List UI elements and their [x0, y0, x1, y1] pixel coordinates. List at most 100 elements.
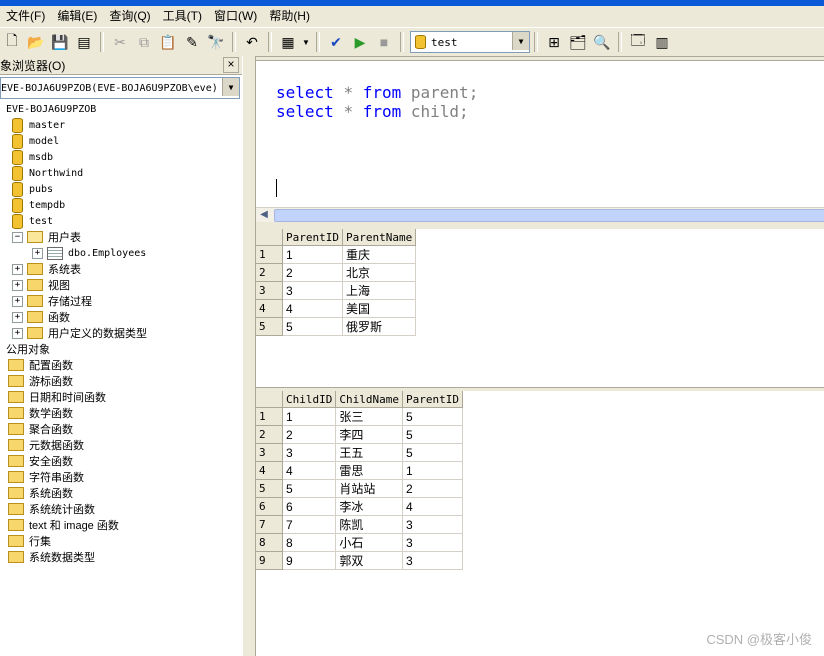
clear-window-icon[interactable]: ✎	[181, 31, 203, 53]
grid-cell[interactable]: 2	[282, 425, 337, 444]
tree-public-item[interactable]: 日期和时间函数	[8, 389, 106, 405]
tree-stored-procedures[interactable]: + 存储过程	[12, 293, 92, 309]
tree-public-item[interactable]: 系统统计函数	[8, 501, 95, 517]
grid-cell[interactable]: 4	[402, 497, 463, 516]
paste-icon[interactable]: 📋	[157, 31, 179, 53]
grid-cell[interactable]: 俄罗斯	[342, 317, 417, 336]
tree-server-root[interactable]: EVE-BOJA6U9PZOB	[6, 101, 96, 117]
grid-cell[interactable]: 重庆	[342, 245, 417, 264]
tree-views[interactable]: + 视图	[12, 277, 70, 293]
grid-cell[interactable]: 4	[282, 299, 343, 318]
tree-public-item[interactable]: 元数据函数	[8, 437, 84, 453]
menu-file[interactable]: 文件(F)	[0, 6, 51, 26]
grid-cell[interactable]: 1	[402, 461, 463, 480]
tree-public-item[interactable]: 数学函数	[8, 405, 73, 421]
grid-cell[interactable]: 张三	[335, 407, 403, 426]
column-header[interactable]: ParentID	[282, 229, 343, 246]
grid-cell[interactable]: 6	[282, 497, 337, 516]
execute-query-icon[interactable]: ▶	[349, 31, 371, 53]
object-browser-icon[interactable]: 🗂	[567, 31, 589, 53]
object-search-icon[interactable]: 🔍	[591, 31, 613, 53]
menu-tools[interactable]: 工具(T)	[157, 6, 208, 26]
grid-cell[interactable]: 北京	[342, 263, 417, 282]
tree-db-master[interactable]: master	[12, 117, 65, 133]
grid-cell[interactable]: 3	[402, 515, 463, 534]
scroll-left-icon[interactable]: ◀	[258, 209, 270, 221]
parse-query-icon[interactable]: ✔	[325, 31, 347, 53]
grid-cell[interactable]: 1	[282, 407, 337, 426]
menu-window[interactable]: 窗口(W)	[208, 6, 263, 26]
grid-cell[interactable]: 5	[402, 407, 463, 426]
expand-icon[interactable]: +	[12, 295, 23, 307]
close-icon[interactable]: ×	[223, 57, 239, 73]
chevron-down-icon[interactable]: ▼	[512, 32, 529, 50]
grid-cell[interactable]: 7	[282, 515, 337, 534]
grid-corner[interactable]	[256, 391, 283, 408]
column-header[interactable]: ChildName	[335, 391, 403, 408]
row-number[interactable]: 4	[256, 461, 283, 480]
row-number[interactable]: 1	[256, 245, 283, 264]
results-mode-dropdown-icon[interactable]: ▼	[301, 31, 311, 53]
cut-icon[interactable]: ✂	[109, 31, 131, 53]
tree-public-item[interactable]: 游标函数	[8, 373, 73, 389]
grid-cell[interactable]: 肖站站	[335, 479, 403, 498]
column-header[interactable]: ChildID	[282, 391, 337, 408]
tree-db-test[interactable]: test	[12, 213, 53, 229]
undo-icon[interactable]: ↶	[241, 31, 263, 53]
tree-table-employees[interactable]: + dbo.Employees	[32, 245, 146, 261]
new-query-icon[interactable]: 🗋	[1, 31, 23, 53]
chevron-down-icon[interactable]: ▼	[222, 78, 239, 96]
grid-cell[interactable]: 雷思	[335, 461, 403, 480]
results-grid-icon[interactable]: ▥	[651, 31, 673, 53]
find-icon[interactable]: 🔭	[205, 31, 227, 53]
expand-icon[interactable]: +	[12, 263, 23, 275]
grid-cell[interactable]: 9	[282, 551, 337, 570]
tree-user-defined-types[interactable]: + 用户定义的数据类型	[12, 325, 147, 341]
grid-cell[interactable]: 小石	[335, 533, 403, 552]
grid-cell[interactable]: 5	[402, 425, 463, 444]
tree-functions[interactable]: + 函数	[12, 309, 70, 325]
grid-cell[interactable]: 2	[402, 479, 463, 498]
grid-cell[interactable]: 3	[282, 443, 337, 462]
expand-icon[interactable]: +	[12, 279, 23, 291]
tree-public-item[interactable]: 系统数据类型	[8, 549, 95, 565]
execution-plan-icon[interactable]: ⊞	[543, 31, 565, 53]
tree-system-tables[interactable]: + 系统表	[12, 261, 81, 277]
row-number[interactable]: 5	[256, 479, 283, 498]
grid-cell[interactable]: 郭双	[335, 551, 403, 570]
menu-query[interactable]: 查询(Q)	[103, 6, 156, 26]
row-number[interactable]: 5	[256, 317, 283, 336]
server-select[interactable]: EVE-BOJA6U9PZOB(EVE-BOJA6U9PZOB\eve) ▼	[0, 77, 240, 99]
scrollbar-thumb[interactable]	[274, 209, 824, 222]
row-number[interactable]: 1	[256, 407, 283, 426]
copy-icon[interactable]: ⧉	[133, 31, 155, 53]
grid-cell[interactable]: 3	[282, 281, 343, 300]
menu-help[interactable]: 帮助(H)	[263, 6, 316, 26]
grid-cell[interactable]: 5	[282, 479, 337, 498]
row-number[interactable]: 6	[256, 497, 283, 516]
query-editor[interactable]: select * from parent; select * from chil…	[256, 60, 824, 211]
grid-cell[interactable]: 4	[282, 461, 337, 480]
results-mode-icon[interactable]: ▦	[277, 31, 299, 53]
column-header[interactable]: ParentName	[342, 229, 417, 246]
grid-cell[interactable]: 3	[402, 551, 463, 570]
database-select[interactable]: test ▼	[410, 31, 530, 53]
row-number[interactable]: 9	[256, 551, 283, 570]
tree-db-model[interactable]: model	[12, 133, 59, 149]
tree-public-item[interactable]: 行集	[8, 533, 51, 549]
editor-horizontal-scrollbar[interactable]: ◀	[256, 207, 824, 222]
collapse-icon[interactable]: −	[12, 231, 23, 243]
tree-public-item[interactable]: 系统函数	[8, 485, 73, 501]
open-icon[interactable]: 📂	[25, 31, 47, 53]
cancel-query-icon[interactable]: ■	[373, 31, 395, 53]
row-number[interactable]: 2	[256, 263, 283, 282]
tree-db-northwind[interactable]: Northwind	[12, 165, 83, 181]
connection-properties-icon[interactable]: 🗔	[627, 31, 649, 53]
tree-public-item[interactable]: 聚合函数	[8, 421, 73, 437]
grid-cell[interactable]: 2	[282, 263, 343, 282]
insert-template-icon[interactable]: ▤	[73, 31, 95, 53]
grid-cell[interactable]: 5	[402, 443, 463, 462]
tree-db-pubs[interactable]: pubs	[12, 181, 53, 197]
expand-icon[interactable]: +	[32, 247, 43, 259]
column-header[interactable]: ParentID	[402, 391, 463, 408]
